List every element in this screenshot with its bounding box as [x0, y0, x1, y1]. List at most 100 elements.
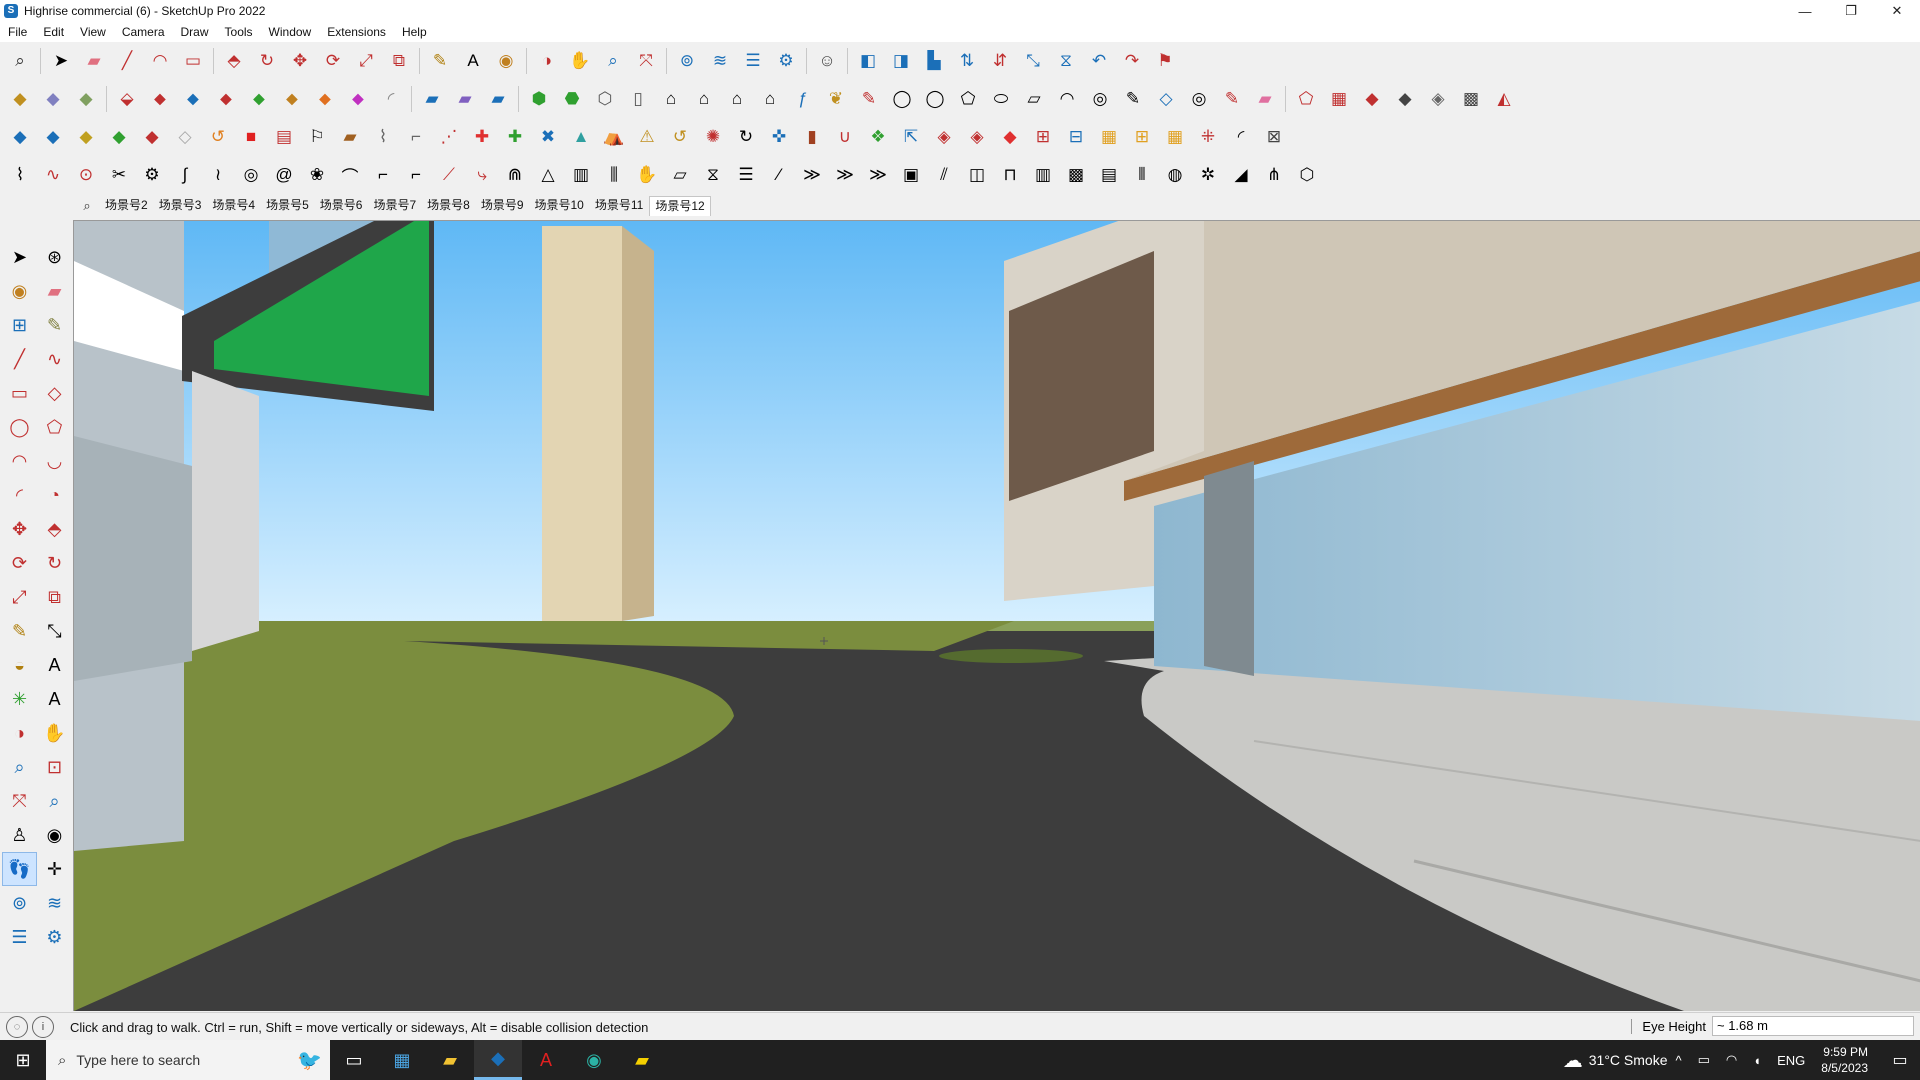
frame-icon[interactable]: ⊟: [1060, 121, 1092, 153]
tab-scene-9[interactable]: 场景号9: [476, 196, 530, 215]
arc-icon[interactable]: ◠: [2, 444, 37, 478]
taskbar-search-box[interactable]: ⌕ Type here to search 🐦: [46, 1040, 330, 1080]
task-view-icon[interactable]: ▭: [330, 1040, 378, 1080]
mesh-icon-5[interactable]: ◭: [1488, 83, 1520, 115]
push-icon-3[interactable]: ⬥: [210, 83, 242, 115]
walk-icon[interactable]: 👣: [2, 852, 37, 886]
section-plane-icon[interactable]: ✛: [37, 852, 72, 886]
sticky-notes-icon[interactable]: ▰: [618, 1040, 666, 1080]
pencil-icon[interactable]: ✎: [853, 83, 885, 115]
top-view-icon[interactable]: ◆: [37, 83, 69, 115]
dimension-icon[interactable]: ⤡: [1017, 45, 1049, 77]
section-display-icon[interactable]: ◨: [885, 45, 917, 77]
tab-scene-4[interactable]: 场景号4: [207, 196, 261, 215]
loop-icon[interactable]: ↻: [730, 121, 762, 153]
rectangle-icon[interactable]: ▭: [2, 376, 37, 410]
minimize-button[interactable]: —: [1782, 0, 1828, 22]
house-icon[interactable]: ⌂: [655, 83, 687, 115]
wood-icon[interactable]: ▰: [334, 121, 366, 153]
tent-icon[interactable]: ⛺: [598, 121, 630, 153]
weather-cloud-icon[interactable]: ☁: [1563, 1048, 1583, 1073]
shape-icon-5[interactable]: ▱: [1018, 83, 1050, 115]
meet-now-icon[interactable]: ▭: [1698, 1052, 1710, 1068]
arrows-icon[interactable]: ⇱: [895, 121, 927, 153]
push-icon-5[interactable]: ⬥: [276, 83, 308, 115]
geo-location-icon[interactable]: ◌: [6, 1016, 28, 1038]
pink-eraser-icon[interactable]: ▰: [1249, 83, 1281, 115]
push-icon-7[interactable]: ⬥: [342, 83, 374, 115]
red-pen-icon[interactable]: ✎: [1216, 83, 1248, 115]
crosshair-move-icon[interactable]: ✜: [763, 121, 795, 153]
tank-icon[interactable]: ▣: [895, 159, 927, 191]
slab-icon-5[interactable]: ◆: [136, 121, 168, 153]
scene-search-icon[interactable]: ⌕: [74, 198, 100, 214]
gear-icon[interactable]: ⚙: [136, 159, 168, 191]
tab-scene-3[interactable]: 场景号3: [154, 196, 208, 215]
volume-icon[interactable]: ◖: [1753, 1053, 1761, 1068]
extension-warehouse-icon[interactable]: ⚙: [37, 920, 72, 954]
slab-icon-6[interactable]: ◇: [169, 121, 201, 153]
orbit-icon[interactable]: ◑: [2, 716, 37, 750]
bucket-icon[interactable]: ▮: [796, 121, 828, 153]
shape-icon-9[interactable]: ◇: [1150, 83, 1182, 115]
cone-outline-icon[interactable]: △: [532, 159, 564, 191]
wing-icon-3[interactable]: ≫: [862, 159, 894, 191]
layers-icon[interactable]: ☰: [2, 920, 37, 954]
shape-icon-8[interactable]: ✎: [1117, 83, 1149, 115]
search-icon[interactable]: ⌕: [4, 45, 36, 77]
shape-icon-2[interactable]: ◯: [919, 83, 951, 115]
scale-tool-icon[interactable]: ⤢: [350, 45, 382, 77]
notification-center-icon[interactable]: ▭: [1880, 1050, 1920, 1070]
select-arrow-icon[interactable]: ➤: [2, 240, 37, 274]
push-pull-icon[interactable]: ⬘: [218, 45, 250, 77]
zoom-extents-icon[interactable]: ⤧: [630, 45, 662, 77]
red-square-icon[interactable]: ■: [235, 121, 267, 153]
comb-icon[interactable]: ⫼: [598, 159, 630, 191]
spiked-icon[interactable]: ⋔: [1258, 159, 1290, 191]
move-icon[interactable]: ✥: [2, 512, 37, 546]
text-icon[interactable]: A: [37, 648, 72, 682]
curve-icon[interactable]: ◜: [375, 83, 407, 115]
position-camera-icon[interactable]: ♙: [2, 818, 37, 852]
mesh-icon-4[interactable]: ▩: [1455, 83, 1487, 115]
mesh-icon-2[interactable]: ◆: [1389, 83, 1421, 115]
previous-view-icon[interactable]: ⌕: [37, 784, 72, 818]
menu-extensions[interactable]: Extensions: [319, 25, 394, 39]
corner-icon-1[interactable]: ⌐: [367, 159, 399, 191]
lattice-icon-3[interactable]: ▤: [1093, 159, 1125, 191]
rotate-icon[interactable]: ⟳: [2, 546, 37, 580]
sphere-icon[interactable]: ◍: [1159, 159, 1191, 191]
lattice-icon-2[interactable]: ▩: [1060, 159, 1092, 191]
joint-icon[interactable]: ⟋: [433, 159, 465, 191]
line-tool-icon[interactable]: ╱: [111, 45, 143, 77]
magnet-icon[interactable]: ∪: [829, 121, 861, 153]
tape-measure-icon[interactable]: ✎: [424, 45, 456, 77]
circle-icon[interactable]: ◯: [2, 410, 37, 444]
weather-text[interactable]: 31°C Smoke: [1589, 1052, 1668, 1068]
flag-icon[interactable]: ⚑: [1149, 45, 1181, 77]
pie-icon[interactable]: ◔: [37, 478, 72, 512]
language-indicator[interactable]: ENG: [1777, 1053, 1805, 1068]
tape-measure-icon[interactable]: ✎: [2, 614, 37, 648]
helix-icon[interactable]: ❀: [301, 159, 333, 191]
red-cross-icon[interactable]: ⁜: [1192, 121, 1224, 153]
select-tool-icon[interactable]: ➤: [45, 45, 77, 77]
green-plus-icon[interactable]: ✚: [499, 121, 531, 153]
slab-icon-4[interactable]: ◆: [103, 121, 135, 153]
grid-orange-icon-3[interactable]: ▦: [1159, 121, 1191, 153]
puzzle-icon[interactable]: ❖: [862, 121, 894, 153]
vcb-input[interactable]: ~ 1.68 m: [1712, 1016, 1914, 1036]
protractor-icon[interactable]: ◒: [2, 648, 37, 682]
offset-icon[interactable]: ⧉: [37, 580, 72, 614]
archway-icon[interactable]: ⋒: [499, 159, 531, 191]
truss-icon[interactable]: ⊞: [1027, 121, 1059, 153]
node-grid-icon[interactable]: ⊠: [1258, 121, 1290, 153]
menu-help[interactable]: Help: [394, 25, 435, 39]
zoom-window-icon[interactable]: ⊡: [37, 750, 72, 784]
dotted-arc-icon[interactable]: ◜: [1225, 121, 1257, 153]
slant-icon[interactable]: ⁄: [763, 159, 795, 191]
warehouse-icon[interactable]: ⊚: [2, 886, 37, 920]
extension-warehouse-icon[interactable]: ⚙: [770, 45, 802, 77]
component-icon-1[interactable]: ◈: [928, 121, 960, 153]
sort-down-icon[interactable]: ⇵: [984, 45, 1016, 77]
